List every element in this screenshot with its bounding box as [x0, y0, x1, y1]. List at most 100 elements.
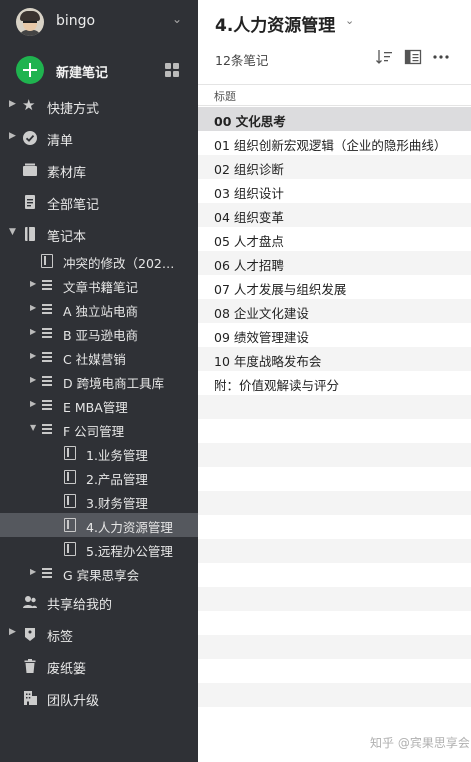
caret-right-icon[interactable]: ▶	[9, 99, 16, 109]
note-list-panel: 4.人力资源管理 ⌄ 12条笔记 标题 00 文化思考 01 组织创新宏观逻辑（…	[198, 0, 471, 762]
notebook-label: G 宾果思享会	[63, 568, 140, 583]
note-row[interactable]: 10 年度战略发布会	[198, 347, 471, 371]
note-row[interactable]: 06 人才招聘	[198, 251, 471, 275]
username: bingo	[56, 13, 96, 29]
stack-icon	[41, 374, 53, 388]
notebook-item[interactable]: 3.财务管理	[0, 489, 198, 513]
view-layout-icon[interactable]	[404, 49, 422, 65]
sidebar-item-materials[interactable]: 素材库	[0, 158, 198, 182]
note-row-selected[interactable]: 00 文化思考	[198, 107, 471, 131]
note-row[interactable]: 08 企业文化建设	[198, 299, 471, 323]
sidebar-item-label: 笔记本	[47, 230, 87, 245]
note-title: 02 组织诊断	[214, 162, 284, 177]
sidebar: bingo ⌄ 新建笔记 ▶ ★ 快捷方式 ▶ 清单 素材库 全部笔记 ▼ 笔记…	[0, 0, 198, 762]
caret-right-icon[interactable]: ▶	[30, 399, 36, 408]
notebook-stack-item[interactable]: ▶ D 跨境电商工具库	[0, 369, 198, 393]
building-icon	[22, 690, 38, 706]
note-icon	[64, 494, 76, 508]
chevron-down-icon[interactable]: ⌄	[345, 14, 354, 27]
notebook-stack-item[interactable]: ▶ B 亚马逊电商	[0, 321, 198, 345]
note-row[interactable]: 07 人才发展与组织发展	[198, 275, 471, 299]
stack-icon	[41, 566, 53, 580]
watermark: 知乎 @宾果思享会	[370, 736, 470, 750]
caret-right-icon[interactable]: ▶	[30, 279, 36, 288]
more-options-icon[interactable]	[432, 49, 450, 65]
note-title: 附：价值观解读与评分	[214, 378, 340, 393]
note-row[interactable]: 附：价值观解读与评分	[198, 371, 471, 395]
caret-down-icon[interactable]: ▼	[9, 227, 16, 237]
notebook-item[interactable]: 2.产品管理	[0, 465, 198, 489]
notebook-label: 3.财务管理	[86, 496, 148, 511]
sidebar-item-shortcuts[interactable]: ▶ ★ 快捷方式	[0, 94, 198, 118]
notebook-label: 文章书籍笔记	[63, 280, 139, 295]
sidebar-item-label: 全部笔记	[47, 198, 100, 213]
sidebar-item-notebooks[interactable]: ▼ 笔记本	[0, 222, 198, 246]
caret-right-icon[interactable]: ▶	[9, 627, 16, 637]
notebook-label: 4.人力资源管理	[86, 520, 173, 535]
notebook-stack-item[interactable]: ▶ E MBA管理	[0, 393, 198, 417]
notebook-stack-item[interactable]: ▶ A 独立站电商	[0, 297, 198, 321]
notebook-label: C 社媒营销	[63, 352, 126, 367]
caret-down-icon[interactable]: ▼	[30, 423, 36, 432]
sidebar-item-trash[interactable]: 废纸篓	[0, 654, 198, 678]
note-icon	[41, 254, 53, 268]
notebook-stack-item[interactable]: ▶ C 社媒营销	[0, 345, 198, 369]
note-title: 05 人才盘点	[214, 234, 284, 249]
note-row[interactable]: 01 组织创新宏观逻辑（企业的隐形曲线）	[198, 131, 471, 155]
sidebar-item-shared[interactable]: 共享给我的	[0, 590, 198, 614]
notebook-label: F 公司管理	[63, 424, 125, 439]
notebook-label: B 亚马逊电商	[63, 328, 139, 343]
note-row[interactable]: 04 组织变革	[198, 203, 471, 227]
notebook-title[interactable]: 4.人力资源管理	[215, 11, 335, 36]
notebook-label: 2.产品管理	[86, 472, 148, 487]
notebook-label: D 跨境电商工具库	[63, 376, 165, 391]
caret-right-icon[interactable]: ▶	[30, 327, 36, 336]
new-note-label: 新建笔记	[56, 66, 109, 81]
note-icon	[64, 470, 76, 484]
sidebar-item-all-notes[interactable]: 全部笔记	[0, 190, 198, 214]
note-row[interactable]: 09 绩效管理建设	[198, 323, 471, 347]
chevron-down-icon: ⌄	[172, 12, 183, 26]
notebook-icon	[22, 226, 38, 242]
stack-icon	[41, 422, 53, 436]
empty-row	[198, 539, 471, 563]
tag-icon	[22, 626, 38, 642]
sidebar-item-tags[interactable]: ▶ 标签	[0, 622, 198, 646]
sidebar-item-label: 素材库	[47, 166, 87, 181]
empty-row	[198, 395, 471, 419]
check-circle-icon	[22, 130, 38, 146]
caret-right-icon[interactable]: ▶	[9, 131, 16, 141]
caret-right-icon[interactable]: ▶	[30, 375, 36, 384]
sidebar-item-team-upgrade[interactable]: 团队升级	[0, 686, 198, 710]
empty-row	[198, 443, 471, 467]
stack-icon	[41, 350, 53, 364]
note-row[interactable]: 02 组织诊断	[198, 155, 471, 179]
notebook-item[interactable]: 5.远程办公管理	[0, 537, 198, 561]
notebook-stack-item[interactable]: ▼ F 公司管理	[0, 417, 198, 441]
notebook-stack-item[interactable]: ▶ G 宾果思享会	[0, 561, 198, 585]
notebook-stack-item[interactable]: ▶ 文章书籍笔记	[0, 273, 198, 297]
note-title: 00 文化思考	[214, 114, 286, 129]
people-icon	[22, 594, 38, 610]
caret-right-icon[interactable]: ▶	[30, 567, 36, 576]
note-icon	[64, 518, 76, 532]
account-switcher[interactable]: bingo ⌄	[0, 0, 198, 44]
notebook-item[interactable]: 冲突的修改（202…	[0, 249, 198, 273]
note-title: 08 企业文化建设	[214, 306, 309, 321]
grid-view-icon[interactable]	[165, 63, 179, 77]
caret-right-icon[interactable]: ▶	[30, 351, 36, 360]
note-title: 07 人才发展与组织发展	[214, 282, 347, 297]
note-count: 12条笔记	[215, 53, 269, 68]
sort-icon[interactable]	[375, 49, 393, 65]
notebook-item-selected[interactable]: 4.人力资源管理	[0, 513, 198, 537]
note-title: 03 组织设计	[214, 186, 284, 201]
notebook-label: A 独立站电商	[63, 304, 139, 319]
stack-icon	[41, 278, 53, 292]
column-header-title[interactable]: 标题	[198, 84, 471, 106]
note-row[interactable]: 03 组织设计	[198, 179, 471, 203]
sidebar-item-checklist[interactable]: ▶ 清单	[0, 126, 198, 150]
note-row[interactable]: 05 人才盘点	[198, 227, 471, 251]
note-title: 09 绩效管理建设	[214, 330, 309, 345]
caret-right-icon[interactable]: ▶	[30, 303, 36, 312]
notebook-item[interactable]: 1.业务管理	[0, 441, 198, 465]
